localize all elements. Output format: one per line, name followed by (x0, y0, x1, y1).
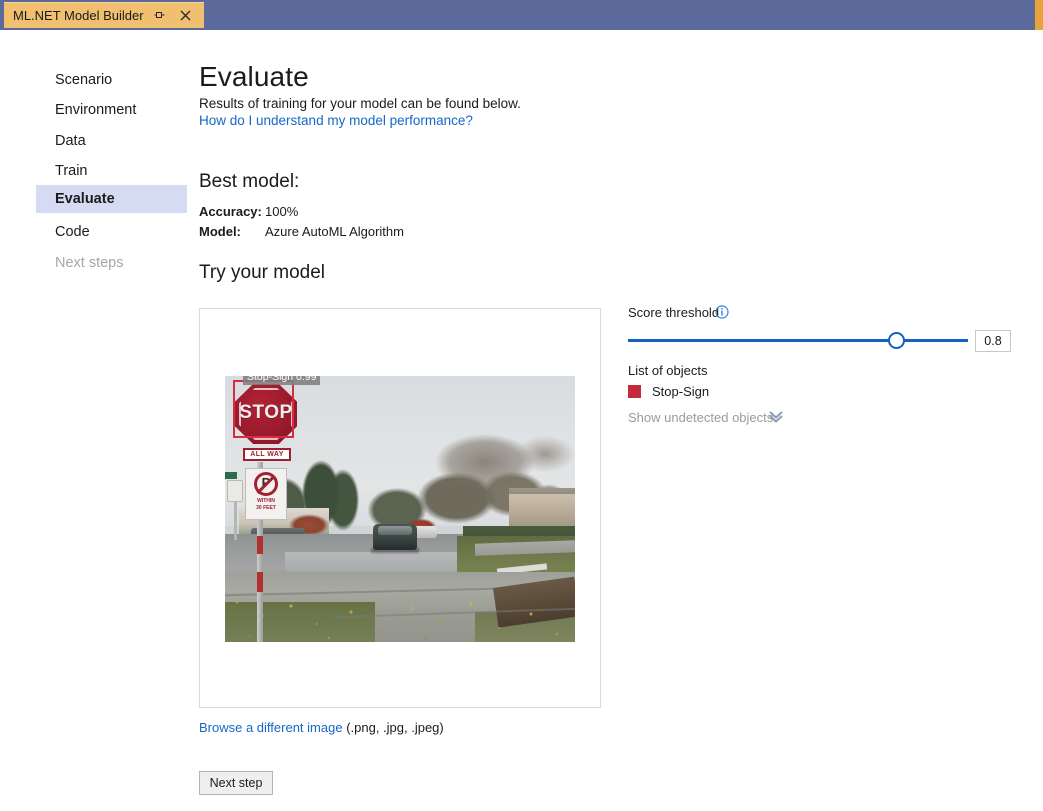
sidebar-item-scenario[interactable]: Scenario (36, 66, 187, 94)
photo-side-sign-pole (234, 500, 237, 540)
page-title: Evaluate (199, 61, 309, 93)
sidebar-item-label: Code (55, 224, 90, 240)
photo-all-way-text: ALL WAY (250, 451, 284, 458)
model-label: Model: (199, 224, 241, 239)
close-icon[interactable] (176, 5, 196, 27)
try-your-model-heading: Try your model (199, 262, 325, 284)
tab-title: ML.NET Model Builder (13, 3, 144, 29)
list-of-objects-label: List of objects (628, 363, 708, 378)
sidebar-item-environment[interactable]: Environment (36, 96, 187, 124)
model-value: Azure AutoML Algorithm (265, 224, 404, 239)
detection-label: Stop-Sign 0.99 (243, 376, 320, 385)
sidebar-item-code[interactable]: Code (36, 218, 187, 246)
sidebar-item-evaluate[interactable]: Evaluate (36, 185, 187, 213)
object-color-swatch (628, 385, 641, 398)
sidebar: Scenario Environment Data Train Evaluate… (0, 30, 190, 811)
sidebar-item-label: Next steps (55, 255, 124, 271)
photo-suv-window (378, 526, 412, 535)
photo-pole-stripe (257, 536, 263, 554)
sidebar-item-label: Evaluate (55, 191, 115, 207)
chevron-double-down-icon[interactable] (768, 410, 784, 424)
photo-fallen-leaves (225, 594, 575, 642)
sidebar-item-label: Scenario (55, 72, 112, 88)
best-model-heading: Best model: (199, 171, 299, 193)
accuracy-value: 100% (265, 204, 298, 219)
sidebar-item-label: Train (55, 163, 88, 179)
score-threshold-value[interactable]: 0.8 (975, 330, 1011, 352)
show-undetected-objects-link[interactable]: Show undetected objects (628, 410, 773, 425)
photo-no-parking-line1: WITHIN (245, 498, 287, 504)
object-name: Stop-Sign (652, 384, 709, 399)
photo-all-way-plaque: ALL WAY (243, 448, 291, 461)
info-icon[interactable] (715, 305, 729, 319)
sidebar-item-next-steps: Next steps (36, 249, 187, 277)
detection-bounding-box: Stop-Sign 0.99 (233, 380, 294, 438)
browse-formats-text: (.png, .jpg, .jpeg) (346, 720, 444, 735)
photo-suv-shadow (371, 548, 419, 553)
help-link[interactable]: How do I understand my model performance… (199, 113, 473, 128)
score-threshold-slider-track[interactable] (628, 339, 968, 342)
accuracy-label: Accuracy: (199, 204, 262, 219)
window-tab[interactable]: ML.NET Model Builder (4, 2, 204, 28)
photo-side-sign (227, 480, 243, 502)
page-subtitle: Results of training for your model can b… (199, 96, 521, 111)
photo-street-sign (225, 472, 237, 479)
browse-different-image-link[interactable]: Browse a different image (199, 720, 343, 735)
titlebar-accent (1035, 0, 1043, 30)
title-bar: ML.NET Model Builder (0, 0, 1043, 30)
prediction-image[interactable]: P WITHIN 30 FEET ALL WAY STOP Stop-Sign … (225, 376, 575, 642)
score-threshold-slider-thumb[interactable] (888, 332, 905, 349)
sidebar-item-label: Data (55, 133, 86, 149)
photo-pole-stripe (257, 572, 263, 592)
pin-icon[interactable] (150, 5, 170, 27)
photo-no-parking-line2: 30 FEET (245, 505, 287, 511)
sidebar-item-data[interactable]: Data (36, 127, 187, 155)
sidebar-item-label: Environment (55, 102, 136, 118)
sidebar-item-train[interactable]: Train (36, 157, 187, 185)
image-preview-panel: P WITHIN 30 FEET ALL WAY STOP Stop-Sign … (199, 308, 601, 708)
browse-row: Browse a different image (.png, .jpg, .j… (199, 720, 444, 735)
score-threshold-label: Score threshold (628, 305, 719, 320)
next-step-button[interactable]: Next step (199, 771, 273, 795)
